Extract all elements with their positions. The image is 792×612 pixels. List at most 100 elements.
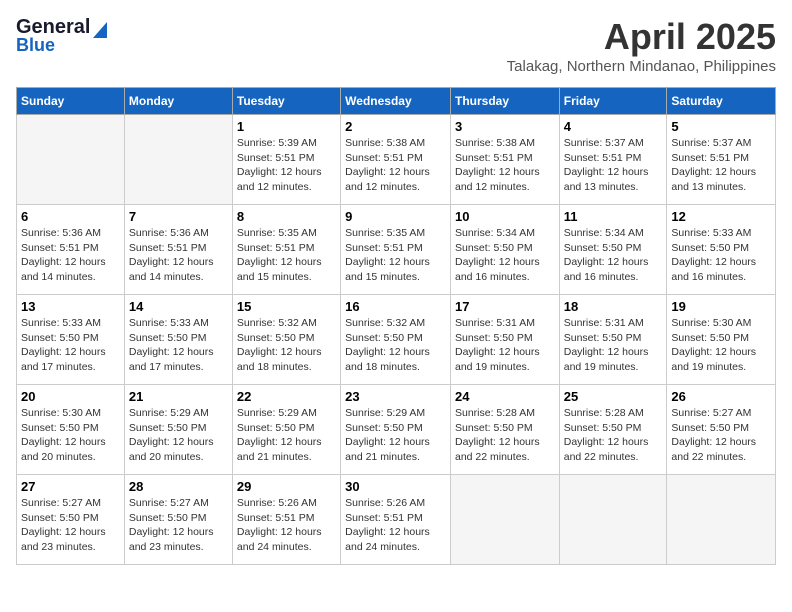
calendar-cell bbox=[559, 475, 667, 565]
day-number: 24 bbox=[455, 389, 555, 404]
col-header-sunday: Sunday bbox=[17, 88, 125, 115]
day-info: Sunrise: 5:31 AMSunset: 5:50 PMDaylight:… bbox=[455, 317, 540, 373]
day-number: 13 bbox=[21, 299, 120, 314]
calendar-cell: 17 Sunrise: 5:31 AMSunset: 5:50 PMDaylig… bbox=[450, 295, 559, 385]
day-info: Sunrise: 5:35 AMSunset: 5:51 PMDaylight:… bbox=[237, 227, 322, 283]
calendar-cell: 8 Sunrise: 5:35 AMSunset: 5:51 PMDayligh… bbox=[232, 205, 340, 295]
location-title: Talakag, Northern Mindanao, Philippines bbox=[507, 58, 776, 75]
calendar-cell: 1 Sunrise: 5:39 AMSunset: 5:51 PMDayligh… bbox=[232, 115, 340, 205]
calendar-cell: 30 Sunrise: 5:26 AMSunset: 5:51 PMDaylig… bbox=[341, 475, 451, 565]
calendar-week-2: 6 Sunrise: 5:36 AMSunset: 5:51 PMDayligh… bbox=[17, 205, 776, 295]
calendar-cell: 4 Sunrise: 5:37 AMSunset: 5:51 PMDayligh… bbox=[559, 115, 667, 205]
day-info: Sunrise: 5:26 AMSunset: 5:51 PMDaylight:… bbox=[345, 497, 430, 553]
day-number: 19 bbox=[671, 299, 771, 314]
calendar-cell: 28 Sunrise: 5:27 AMSunset: 5:50 PMDaylig… bbox=[124, 475, 232, 565]
day-number: 26 bbox=[671, 389, 771, 404]
calendar-cell bbox=[450, 475, 559, 565]
day-number: 11 bbox=[564, 209, 663, 224]
title-section: April 2025 Talakag, Northern Mindanao, P… bbox=[507, 16, 776, 75]
calendar-cell: 10 Sunrise: 5:34 AMSunset: 5:50 PMDaylig… bbox=[450, 205, 559, 295]
day-number: 29 bbox=[237, 479, 336, 494]
day-number: 2 bbox=[345, 119, 446, 134]
col-header-friday: Friday bbox=[559, 88, 667, 115]
day-info: Sunrise: 5:38 AMSunset: 5:51 PMDaylight:… bbox=[345, 137, 430, 193]
calendar-cell: 9 Sunrise: 5:35 AMSunset: 5:51 PMDayligh… bbox=[341, 205, 451, 295]
day-number: 22 bbox=[237, 389, 336, 404]
logo-blue: Blue bbox=[16, 35, 55, 55]
calendar-cell: 19 Sunrise: 5:30 AMSunset: 5:50 PMDaylig… bbox=[667, 295, 776, 385]
calendar-cell bbox=[667, 475, 776, 565]
day-number: 23 bbox=[345, 389, 446, 404]
day-number: 28 bbox=[129, 479, 228, 494]
calendar-header-row: SundayMondayTuesdayWednesdayThursdayFrid… bbox=[17, 88, 776, 115]
day-info: Sunrise: 5:27 AMSunset: 5:50 PMDaylight:… bbox=[21, 497, 106, 553]
calendar-cell: 25 Sunrise: 5:28 AMSunset: 5:50 PMDaylig… bbox=[559, 385, 667, 475]
calendar-cell: 29 Sunrise: 5:26 AMSunset: 5:51 PMDaylig… bbox=[232, 475, 340, 565]
calendar-table: SundayMondayTuesdayWednesdayThursdayFrid… bbox=[16, 87, 776, 565]
calendar-cell: 6 Sunrise: 5:36 AMSunset: 5:51 PMDayligh… bbox=[17, 205, 125, 295]
day-info: Sunrise: 5:29 AMSunset: 5:50 PMDaylight:… bbox=[237, 407, 322, 463]
calendar-week-4: 20 Sunrise: 5:30 AMSunset: 5:50 PMDaylig… bbox=[17, 385, 776, 475]
calendar-week-3: 13 Sunrise: 5:33 AMSunset: 5:50 PMDaylig… bbox=[17, 295, 776, 385]
col-header-monday: Monday bbox=[124, 88, 232, 115]
day-info: Sunrise: 5:33 AMSunset: 5:50 PMDaylight:… bbox=[671, 227, 756, 283]
day-number: 16 bbox=[345, 299, 446, 314]
day-number: 17 bbox=[455, 299, 555, 314]
day-number: 12 bbox=[671, 209, 771, 224]
day-info: Sunrise: 5:39 AMSunset: 5:51 PMDaylight:… bbox=[237, 137, 322, 193]
calendar-cell bbox=[124, 115, 232, 205]
calendar-cell bbox=[17, 115, 125, 205]
day-info: Sunrise: 5:37 AMSunset: 5:51 PMDaylight:… bbox=[671, 137, 756, 193]
calendar-body: 1 Sunrise: 5:39 AMSunset: 5:51 PMDayligh… bbox=[17, 115, 776, 565]
calendar-cell: 18 Sunrise: 5:31 AMSunset: 5:50 PMDaylig… bbox=[559, 295, 667, 385]
day-number: 10 bbox=[455, 209, 555, 224]
month-title: April 2025 bbox=[507, 16, 776, 58]
col-header-saturday: Saturday bbox=[667, 88, 776, 115]
day-info: Sunrise: 5:33 AMSunset: 5:50 PMDaylight:… bbox=[129, 317, 214, 373]
calendar-cell: 22 Sunrise: 5:29 AMSunset: 5:50 PMDaylig… bbox=[232, 385, 340, 475]
day-info: Sunrise: 5:28 AMSunset: 5:50 PMDaylight:… bbox=[455, 407, 540, 463]
calendar-week-5: 27 Sunrise: 5:27 AMSunset: 5:50 PMDaylig… bbox=[17, 475, 776, 565]
logo-icon bbox=[93, 18, 107, 38]
calendar-cell: 16 Sunrise: 5:32 AMSunset: 5:50 PMDaylig… bbox=[341, 295, 451, 385]
day-info: Sunrise: 5:36 AMSunset: 5:51 PMDaylight:… bbox=[21, 227, 106, 283]
calendar-cell: 3 Sunrise: 5:38 AMSunset: 5:51 PMDayligh… bbox=[450, 115, 559, 205]
day-number: 18 bbox=[564, 299, 663, 314]
col-header-tuesday: Tuesday bbox=[232, 88, 340, 115]
day-info: Sunrise: 5:34 AMSunset: 5:50 PMDaylight:… bbox=[455, 227, 540, 283]
day-info: Sunrise: 5:38 AMSunset: 5:51 PMDaylight:… bbox=[455, 137, 540, 193]
calendar-cell: 27 Sunrise: 5:27 AMSunset: 5:50 PMDaylig… bbox=[17, 475, 125, 565]
calendar-cell: 20 Sunrise: 5:30 AMSunset: 5:50 PMDaylig… bbox=[17, 385, 125, 475]
day-info: Sunrise: 5:28 AMSunset: 5:50 PMDaylight:… bbox=[564, 407, 649, 463]
day-info: Sunrise: 5:29 AMSunset: 5:50 PMDaylight:… bbox=[129, 407, 214, 463]
day-info: Sunrise: 5:36 AMSunset: 5:51 PMDaylight:… bbox=[129, 227, 214, 283]
day-info: Sunrise: 5:27 AMSunset: 5:50 PMDaylight:… bbox=[671, 407, 756, 463]
calendar-cell: 26 Sunrise: 5:27 AMSunset: 5:50 PMDaylig… bbox=[667, 385, 776, 475]
day-info: Sunrise: 5:31 AMSunset: 5:50 PMDaylight:… bbox=[564, 317, 649, 373]
day-number: 7 bbox=[129, 209, 228, 224]
day-number: 3 bbox=[455, 119, 555, 134]
calendar-cell: 24 Sunrise: 5:28 AMSunset: 5:50 PMDaylig… bbox=[450, 385, 559, 475]
calendar-cell: 13 Sunrise: 5:33 AMSunset: 5:50 PMDaylig… bbox=[17, 295, 125, 385]
day-number: 9 bbox=[345, 209, 446, 224]
calendar-cell: 15 Sunrise: 5:32 AMSunset: 5:50 PMDaylig… bbox=[232, 295, 340, 385]
day-number: 4 bbox=[564, 119, 663, 134]
day-number: 27 bbox=[21, 479, 120, 494]
logo: General Blue bbox=[16, 16, 108, 56]
day-number: 5 bbox=[671, 119, 771, 134]
calendar-cell: 5 Sunrise: 5:37 AMSunset: 5:51 PMDayligh… bbox=[667, 115, 776, 205]
day-info: Sunrise: 5:37 AMSunset: 5:51 PMDaylight:… bbox=[564, 137, 649, 193]
col-header-thursday: Thursday bbox=[450, 88, 559, 115]
calendar-week-1: 1 Sunrise: 5:39 AMSunset: 5:51 PMDayligh… bbox=[17, 115, 776, 205]
calendar-cell: 21 Sunrise: 5:29 AMSunset: 5:50 PMDaylig… bbox=[124, 385, 232, 475]
day-info: Sunrise: 5:30 AMSunset: 5:50 PMDaylight:… bbox=[671, 317, 756, 373]
day-info: Sunrise: 5:35 AMSunset: 5:51 PMDaylight:… bbox=[345, 227, 430, 283]
day-number: 30 bbox=[345, 479, 446, 494]
day-number: 14 bbox=[129, 299, 228, 314]
day-info: Sunrise: 5:27 AMSunset: 5:50 PMDaylight:… bbox=[129, 497, 214, 553]
page-header: General Blue April 2025 Talakag, Norther… bbox=[16, 16, 776, 75]
day-info: Sunrise: 5:29 AMSunset: 5:50 PMDaylight:… bbox=[345, 407, 430, 463]
day-number: 20 bbox=[21, 389, 120, 404]
day-info: Sunrise: 5:34 AMSunset: 5:50 PMDaylight:… bbox=[564, 227, 649, 283]
calendar-cell: 11 Sunrise: 5:34 AMSunset: 5:50 PMDaylig… bbox=[559, 205, 667, 295]
